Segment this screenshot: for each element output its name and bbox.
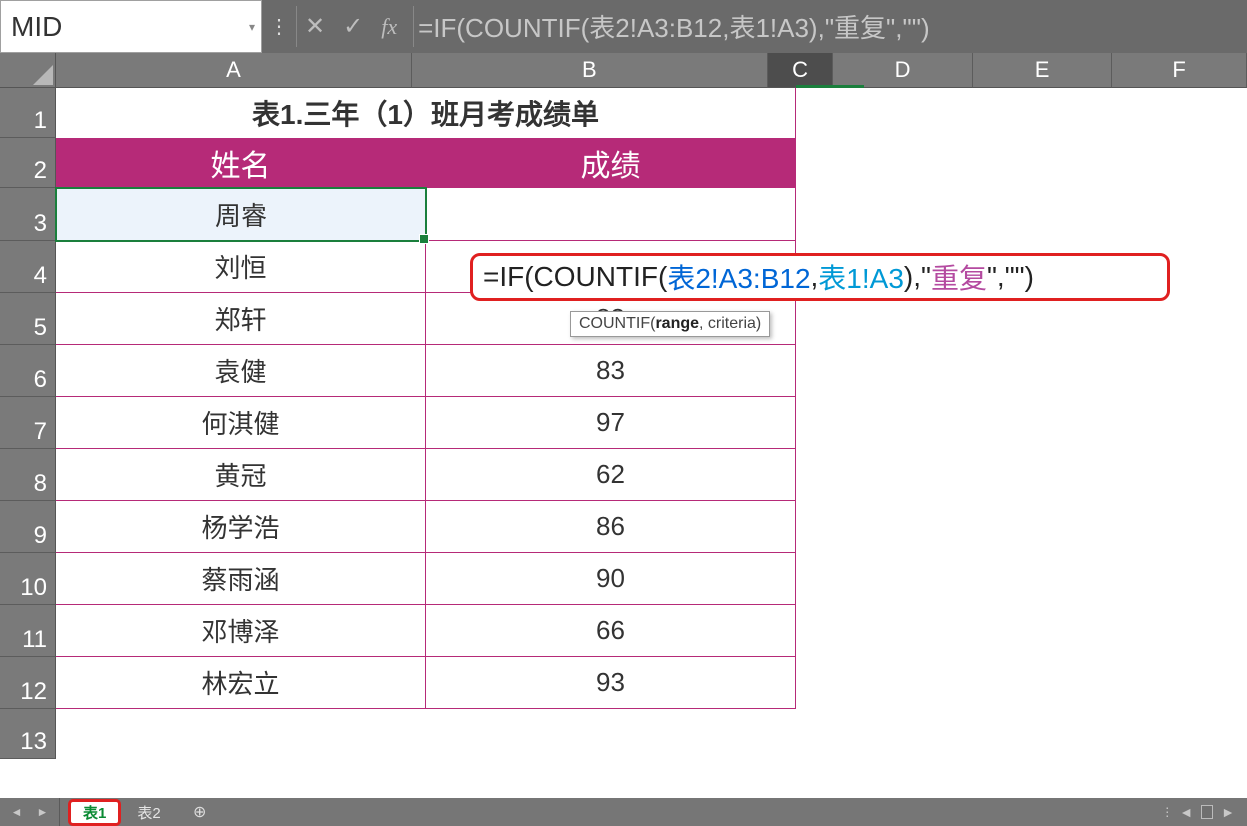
formula-cell-ref: 表1!A3 bbox=[818, 257, 904, 297]
cell-score-9[interactable]: 86 bbox=[426, 501, 796, 553]
row-header-6[interactable]: 6 bbox=[0, 345, 56, 397]
add-sheet-button[interactable]: ⊕ bbox=[185, 798, 215, 826]
column-header-D[interactable]: D bbox=[833, 53, 973, 88]
formula-bar-row: ▾ ⋮ ✕ ✓ fx =IF(COUNTIF(表2!A3:B12,表1!A3),… bbox=[0, 0, 1247, 53]
row-header-10[interactable]: 10 bbox=[0, 553, 56, 605]
confirm-formula-icon[interactable]: ✓ bbox=[343, 12, 363, 41]
row-header-12[interactable]: 12 bbox=[0, 657, 56, 709]
column-header-E[interactable]: E bbox=[973, 53, 1113, 88]
formula-seg: , bbox=[811, 261, 819, 293]
formula-seg: ","") bbox=[987, 261, 1034, 293]
cell-name-4[interactable]: 刘恒 bbox=[56, 241, 426, 293]
cancel-formula-icon[interactable]: ✕ bbox=[305, 12, 325, 41]
cell-name-7[interactable]: 何淇健 bbox=[56, 397, 426, 449]
cell-name-6[interactable]: 袁健 bbox=[56, 345, 426, 397]
row-header-9[interactable]: 9 bbox=[0, 501, 56, 553]
name-box-input[interactable] bbox=[11, 11, 251, 43]
row-header-3[interactable]: 3 bbox=[0, 188, 56, 241]
cell-name-5[interactable]: 郑轩 bbox=[56, 293, 426, 345]
column-header-B[interactable]: B bbox=[412, 53, 768, 88]
sheet-nav-left-icon[interactable]: ◄ bbox=[11, 805, 23, 819]
hscroll-thumb[interactable] bbox=[1201, 805, 1213, 819]
sheet-tab-表2[interactable]: 表2 bbox=[121, 799, 176, 826]
cell-name-8[interactable]: 黄冠 bbox=[56, 449, 426, 501]
table-title: 表1.三年（1）班月考成绩单 bbox=[56, 88, 796, 138]
row-header-7[interactable]: 7 bbox=[0, 397, 56, 449]
formula-seg: )," bbox=[904, 261, 931, 293]
name-box[interactable]: ▾ bbox=[0, 0, 262, 53]
sheet-nav-right-icon[interactable]: ► bbox=[37, 805, 49, 819]
namebox-resize-handle[interactable]: ⋮ bbox=[262, 0, 296, 53]
cell-score-3[interactable] bbox=[426, 188, 796, 241]
hscroll-right-icon[interactable]: ► bbox=[1221, 804, 1235, 820]
cell-name-11[interactable]: 邓博泽 bbox=[56, 605, 426, 657]
spreadsheet-grid: ABCDEF 12345678910111213 表1.三年（1）班月考成绩单姓… bbox=[0, 53, 1247, 798]
cell-score-12[interactable]: 93 bbox=[426, 657, 796, 709]
row-header-8[interactable]: 8 bbox=[0, 449, 56, 501]
tooltip-rest: , criteria) bbox=[699, 315, 761, 332]
cell-name-12[interactable]: 林宏立 bbox=[56, 657, 426, 709]
sheet-tab-表1[interactable]: 表1 bbox=[68, 799, 121, 826]
function-tooltip[interactable]: COUNTIF(range, criteria) bbox=[570, 311, 770, 337]
header-score: 成绩 bbox=[426, 138, 796, 188]
formula-controls: ✕ ✓ fx bbox=[297, 0, 413, 53]
row-header-5[interactable]: 5 bbox=[0, 293, 56, 345]
column-header-A[interactable]: A bbox=[56, 53, 412, 88]
sheet-tab-bar: ◄ ► 表1表2 ⊕ ⋮ ◄ ► bbox=[0, 798, 1247, 826]
header-name: 姓名 bbox=[56, 138, 426, 188]
column-header-F[interactable]: F bbox=[1112, 53, 1247, 88]
select-all-corner[interactable] bbox=[0, 53, 56, 88]
cell-score-11[interactable]: 66 bbox=[426, 605, 796, 657]
row-header-2[interactable]: 2 bbox=[0, 138, 56, 188]
cell-score-8[interactable]: 62 bbox=[426, 449, 796, 501]
row-headers: 12345678910111213 bbox=[0, 88, 56, 759]
footer-grip-icon[interactable]: ⋮ bbox=[1161, 805, 1171, 819]
formula-seg: =IF(COUNTIF( bbox=[483, 261, 667, 293]
tooltip-arg-bold: range bbox=[655, 315, 699, 332]
in-cell-formula-edit[interactable]: =IF(COUNTIF( 表2!A3:B12 , 表1!A3 )," 重复 ",… bbox=[470, 253, 1170, 301]
cell-name-3[interactable]: 周睿 bbox=[56, 188, 426, 241]
hscroll-left-icon[interactable]: ◄ bbox=[1179, 804, 1193, 820]
sheet-nav-arrows: ◄ ► bbox=[0, 798, 60, 826]
column-header-C[interactable]: C bbox=[768, 53, 833, 88]
cell-name-10[interactable]: 蔡雨涵 bbox=[56, 553, 426, 605]
insert-function-icon[interactable]: fx bbox=[381, 14, 397, 40]
cell-score-6[interactable]: 83 bbox=[426, 345, 796, 397]
row-header-11[interactable]: 11 bbox=[0, 605, 56, 657]
sheet-tabs: 表1表2 bbox=[60, 798, 177, 826]
column-headers: ABCDEF bbox=[56, 53, 1247, 88]
row-header-13[interactable]: 13 bbox=[0, 709, 56, 759]
name-box-dropdown-icon[interactable]: ▾ bbox=[249, 20, 255, 34]
formula-bar-text: =IF(COUNTIF(表2!A3:B12,表1!A3),"重复","") bbox=[418, 8, 930, 45]
cell-score-10[interactable]: 90 bbox=[426, 553, 796, 605]
row-header-4[interactable]: 4 bbox=[0, 241, 56, 293]
cell-score-7[interactable]: 97 bbox=[426, 397, 796, 449]
footer-right-controls: ⋮ ◄ ► bbox=[1161, 798, 1247, 826]
formula-bar[interactable]: =IF(COUNTIF(表2!A3:B12,表1!A3),"重复","") bbox=[414, 0, 1247, 53]
row-header-1[interactable]: 1 bbox=[0, 88, 56, 138]
formula-literal: 重复 bbox=[931, 257, 987, 297]
cell-name-9[interactable]: 杨学浩 bbox=[56, 501, 426, 553]
formula-range-ref: 表2!A3:B12 bbox=[667, 257, 810, 297]
tooltip-fn: COUNTIF( bbox=[579, 315, 655, 332]
active-column-indicator bbox=[796, 85, 864, 88]
